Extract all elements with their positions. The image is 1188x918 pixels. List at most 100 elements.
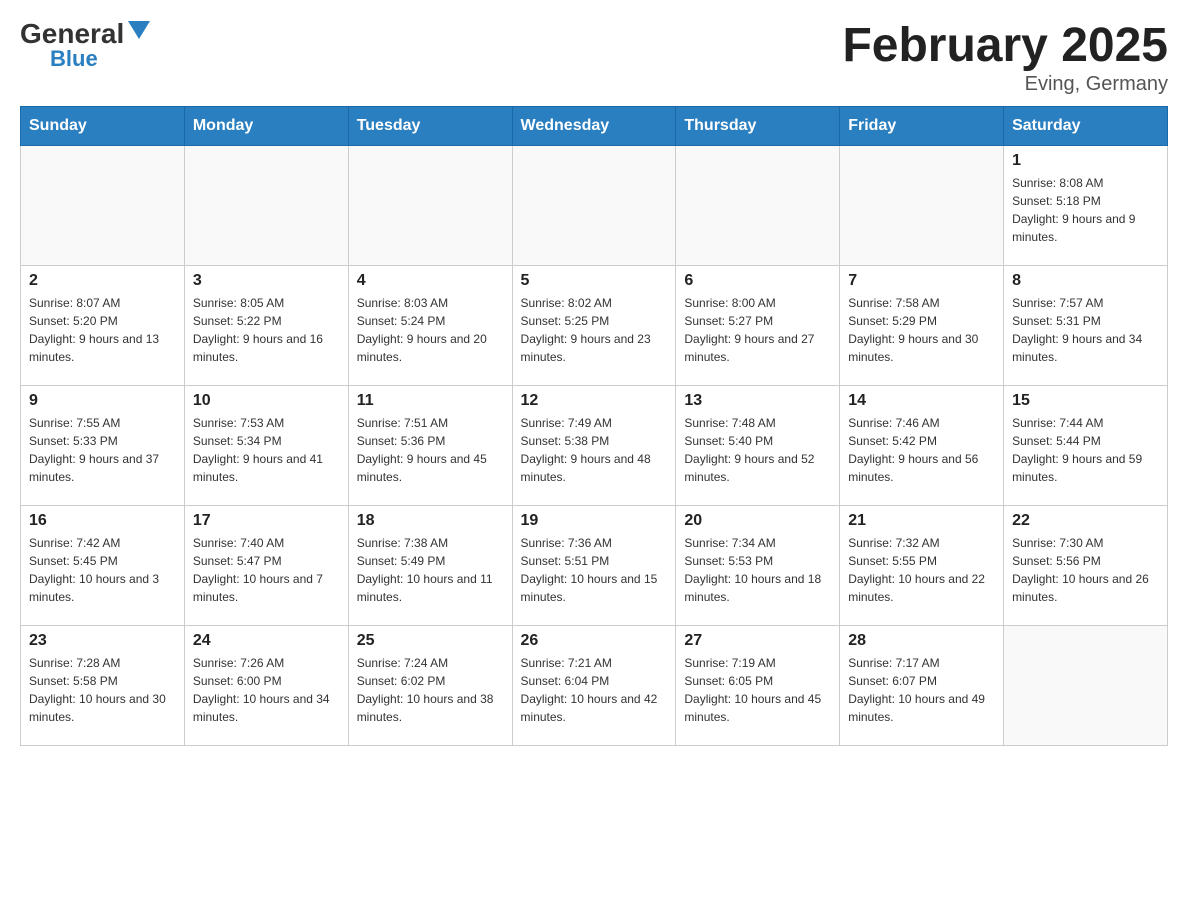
month-title: February 2025	[842, 20, 1168, 73]
day-info: Sunrise: 8:03 AM Sunset: 5:24 PM Dayligh…	[357, 294, 504, 366]
calendar-cell: 17 Sunrise: 7:40 AM Sunset: 5:47 PM Dayli…	[184, 505, 348, 625]
day-number: 25	[357, 632, 504, 650]
location-subtitle: Eving, Germany	[842, 73, 1168, 96]
calendar-week-row: 23 Sunrise: 7:28 AM Sunset: 5:58 PM Dayli…	[21, 625, 1168, 745]
day-number: 13	[684, 392, 831, 410]
day-number: 8	[1012, 272, 1159, 290]
day-number: 26	[521, 632, 668, 650]
calendar-week-row: 2Sunrise: 8:07 AM Sunset: 5:20 PM Daylig…	[21, 265, 1168, 385]
day-info: Sunrise: 7:34 AM Sunset: 5:53 PM Dayligh…	[684, 534, 831, 606]
calendar-cell	[21, 145, 185, 265]
calendar-header-row: SundayMondayTuesdayWednesdayThursdayFrid…	[21, 106, 1168, 145]
calendar-cell: 18 Sunrise: 7:38 AM Sunset: 5:49 PM Dayli…	[348, 505, 512, 625]
day-info: Sunrise: 7:55 AM Sunset: 5:33 PM Dayligh…	[29, 414, 176, 486]
day-number: 10	[193, 392, 340, 410]
calendar-cell: 28 Sunrise: 7:17 AM Sunset: 6:07 PM Dayli…	[840, 625, 1004, 745]
calendar-cell	[348, 145, 512, 265]
day-info: Sunrise: 7:30 AM Sunset: 5:56 PM Dayligh…	[1012, 534, 1159, 606]
calendar-cell: 3Sunrise: 8:05 AM Sunset: 5:22 PM Daylig…	[184, 265, 348, 385]
calendar-cell	[676, 145, 840, 265]
day-number: 4	[357, 272, 504, 290]
day-of-week-header: Thursday	[676, 106, 840, 145]
calendar-cell: 24 Sunrise: 7:26 AM Sunset: 6:00 PM Dayli…	[184, 625, 348, 745]
day-info: Sunrise: 7:19 AM Sunset: 6:05 PM Dayligh…	[684, 654, 831, 726]
day-number: 18	[357, 512, 504, 530]
calendar-week-row: 16 Sunrise: 7:42 AM Sunset: 5:45 PM Dayli…	[21, 505, 1168, 625]
day-of-week-header: Saturday	[1004, 106, 1168, 145]
calendar-cell: 1 Sunrise: 8:08 AM Sunset: 5:18 PM Daylig…	[1004, 145, 1168, 265]
day-info: Sunrise: 7:48 AM Sunset: 5:40 PM Dayligh…	[684, 414, 831, 486]
day-info: Sunrise: 7:38 AM Sunset: 5:49 PM Dayligh…	[357, 534, 504, 606]
day-info: Sunrise: 7:28 AM Sunset: 5:58 PM Dayligh…	[29, 654, 176, 726]
calendar-cell: 25 Sunrise: 7:24 AM Sunset: 6:02 PM Dayli…	[348, 625, 512, 745]
calendar-cell: 4 Sunrise: 8:03 AM Sunset: 5:24 PM Daylig…	[348, 265, 512, 385]
day-number: 23	[29, 632, 176, 650]
page-header: General Blue February 2025 Eving, German…	[20, 20, 1168, 96]
day-info: Sunrise: 7:42 AM Sunset: 5:45 PM Dayligh…	[29, 534, 176, 606]
day-info: Sunrise: 7:40 AM Sunset: 5:47 PM Dayligh…	[193, 534, 340, 606]
calendar-cell: 23 Sunrise: 7:28 AM Sunset: 5:58 PM Dayli…	[21, 625, 185, 745]
day-number: 11	[357, 392, 504, 410]
calendar-cell: 15Sunrise: 7:44 AM Sunset: 5:44 PM Dayli…	[1004, 385, 1168, 505]
day-number: 21	[848, 512, 995, 530]
calendar-cell	[184, 145, 348, 265]
day-info: Sunrise: 8:02 AM Sunset: 5:25 PM Dayligh…	[521, 294, 668, 366]
calendar-cell: 2Sunrise: 8:07 AM Sunset: 5:20 PM Daylig…	[21, 265, 185, 385]
day-number: 14	[848, 392, 995, 410]
day-info: Sunrise: 7:58 AM Sunset: 5:29 PM Dayligh…	[848, 294, 995, 366]
calendar-cell: 20Sunrise: 7:34 AM Sunset: 5:53 PM Dayli…	[676, 505, 840, 625]
calendar-cell	[840, 145, 1004, 265]
day-number: 1	[1012, 152, 1159, 170]
calendar-cell	[512, 145, 676, 265]
calendar-cell: 8 Sunrise: 7:57 AM Sunset: 5:31 PM Daylig…	[1004, 265, 1168, 385]
day-info: Sunrise: 7:26 AM Sunset: 6:00 PM Dayligh…	[193, 654, 340, 726]
calendar-cell: 7 Sunrise: 7:58 AM Sunset: 5:29 PM Daylig…	[840, 265, 1004, 385]
day-number: 7	[848, 272, 995, 290]
calendar-table: SundayMondayTuesdayWednesdayThursdayFrid…	[20, 106, 1168, 746]
logo-blue-text: Blue	[50, 48, 98, 70]
logo: General Blue	[20, 20, 150, 70]
day-info: Sunrise: 7:17 AM Sunset: 6:07 PM Dayligh…	[848, 654, 995, 726]
day-info: Sunrise: 7:21 AM Sunset: 6:04 PM Dayligh…	[521, 654, 668, 726]
calendar-cell: 26 Sunrise: 7:21 AM Sunset: 6:04 PM Dayli…	[512, 625, 676, 745]
day-of-week-header: Wednesday	[512, 106, 676, 145]
calendar-cell: 11 Sunrise: 7:51 AM Sunset: 5:36 PM Dayli…	[348, 385, 512, 505]
day-number: 28	[848, 632, 995, 650]
day-number: 9	[29, 392, 176, 410]
day-info: Sunrise: 8:07 AM Sunset: 5:20 PM Dayligh…	[29, 294, 176, 366]
calendar-week-row: 9 Sunrise: 7:55 AM Sunset: 5:33 PM Daylig…	[21, 385, 1168, 505]
day-number: 27	[684, 632, 831, 650]
day-info: Sunrise: 7:32 AM Sunset: 5:55 PM Dayligh…	[848, 534, 995, 606]
calendar-cell: 12 Sunrise: 7:49 AM Sunset: 5:38 PM Dayli…	[512, 385, 676, 505]
day-number: 24	[193, 632, 340, 650]
day-info: Sunrise: 7:24 AM Sunset: 6:02 PM Dayligh…	[357, 654, 504, 726]
calendar-cell: 21 Sunrise: 7:32 AM Sunset: 5:55 PM Dayli…	[840, 505, 1004, 625]
day-info: Sunrise: 8:05 AM Sunset: 5:22 PM Dayligh…	[193, 294, 340, 366]
day-info: Sunrise: 8:08 AM Sunset: 5:18 PM Dayligh…	[1012, 174, 1159, 246]
calendar-cell: 22 Sunrise: 7:30 AM Sunset: 5:56 PM Dayli…	[1004, 505, 1168, 625]
calendar-cell: 13 Sunrise: 7:48 AM Sunset: 5:40 PM Dayli…	[676, 385, 840, 505]
day-of-week-header: Sunday	[21, 106, 185, 145]
day-info: Sunrise: 7:53 AM Sunset: 5:34 PM Dayligh…	[193, 414, 340, 486]
day-number: 16	[29, 512, 176, 530]
day-number: 17	[193, 512, 340, 530]
calendar-cell: 16 Sunrise: 7:42 AM Sunset: 5:45 PM Dayli…	[21, 505, 185, 625]
day-info: Sunrise: 7:49 AM Sunset: 5:38 PM Dayligh…	[521, 414, 668, 486]
logo-general-text: General	[20, 20, 124, 48]
title-block: February 2025 Eving, Germany	[842, 20, 1168, 96]
day-info: Sunrise: 8:00 AM Sunset: 5:27 PM Dayligh…	[684, 294, 831, 366]
day-info: Sunrise: 7:57 AM Sunset: 5:31 PM Dayligh…	[1012, 294, 1159, 366]
calendar-cell	[1004, 625, 1168, 745]
day-number: 12	[521, 392, 668, 410]
day-info: Sunrise: 7:44 AM Sunset: 5:44 PM Dayligh…	[1012, 414, 1159, 486]
day-info: Sunrise: 7:51 AM Sunset: 5:36 PM Dayligh…	[357, 414, 504, 486]
calendar-week-row: 1 Sunrise: 8:08 AM Sunset: 5:18 PM Daylig…	[21, 145, 1168, 265]
calendar-cell: 6 Sunrise: 8:00 AM Sunset: 5:27 PM Daylig…	[676, 265, 840, 385]
logo-triangle-icon	[128, 21, 150, 39]
day-number: 6	[684, 272, 831, 290]
calendar-cell: 14Sunrise: 7:46 AM Sunset: 5:42 PM Dayli…	[840, 385, 1004, 505]
day-number: 19	[521, 512, 668, 530]
calendar-cell: 9 Sunrise: 7:55 AM Sunset: 5:33 PM Daylig…	[21, 385, 185, 505]
day-number: 22	[1012, 512, 1159, 530]
day-of-week-header: Friday	[840, 106, 1004, 145]
